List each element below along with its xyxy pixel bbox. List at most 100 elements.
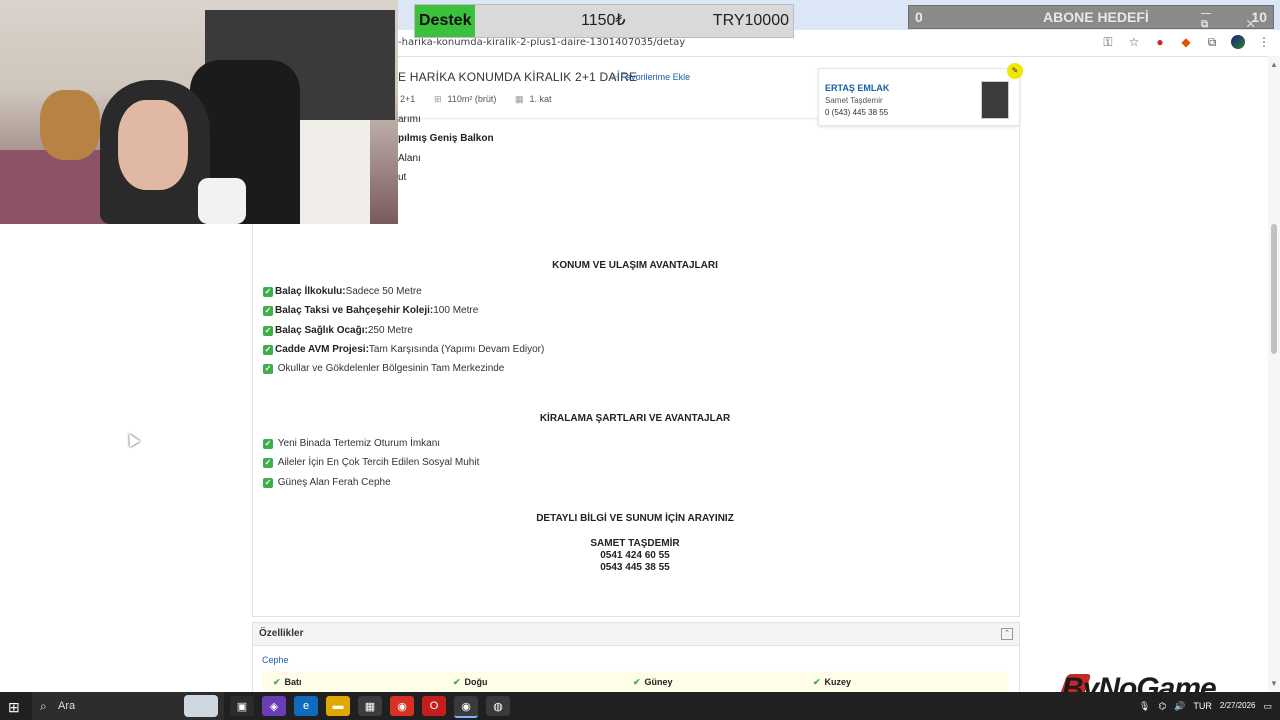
item-text: Aileler İçin En Çok Tercih Edilen Sosyal… [277,457,480,468]
network-icon[interactable]: ⌬ [1158,701,1166,712]
edge-icon[interactable]: e [294,696,318,716]
scroll-up-icon[interactable]: ▲ [1270,60,1278,69]
subscriber-goal-bar: 0 ABONE HEDEFİ — ⧉ ✕ 10 [908,5,1274,30]
agent-company[interactable]: ERTAŞ EMLAK [825,83,889,93]
check-icon: ✔ [273,677,281,687]
item-text: 100 Metre [433,305,479,316]
option-label: Doğu [464,677,488,687]
list-item: ✓ Yeni Binada Tertemiz Oturum İmkanı [263,438,440,449]
check-icon: ✓ [263,286,273,297]
contact-phone: 0541 424 60 55 [600,550,670,561]
system-tray: 🎙 ⌬ 🔊 TUR 2/27/2026 ▭ [1139,692,1280,720]
sub-target: 10 [1251,9,1267,25]
pin-icon[interactable]: ✎ [1007,63,1023,79]
listing-title: E HARİKA KONUMDA KİRALIK 2+1 DAİRE [398,70,638,84]
area-info: ⊞ 110m² (brüt) [434,94,496,105]
taskbar-search[interactable]: ⌕ Ara [32,692,224,720]
page-scrollbar[interactable]: ▲ ▼ [1268,56,1280,692]
check-icon: ✓ [263,325,273,336]
chrome-active-icon[interactable]: ◉ [454,696,478,718]
clock[interactable]: 2/27/2026 [1220,701,1256,711]
profile-icon[interactable] [1230,34,1246,50]
item-bold: Balaç Sağlık Ocağı: [275,325,368,336]
agent-card[interactable]: ERTAŞ EMLAK Samet Taşdemir 0 (543) 445 3… [818,63,1023,126]
item-bold: Balaç Taksi ve Bahçeşehir Koleji: [275,305,434,316]
language-indicator[interactable]: TUR [1193,701,1212,711]
star-icon[interactable]: ☆ [1126,34,1142,50]
webcam-cup [198,178,246,224]
opera-icon[interactable]: O [422,696,446,716]
search-highlight-image [184,695,218,717]
list-item: ✓ Okullar ve Gökdelenler Bölgesinin Tam … [263,363,504,374]
feature-option: ✔ Kuzey [813,677,851,688]
list-item: ✓ Aileler İçin En Çok Tercih Edilen Sosy… [263,457,479,468]
mouse-cursor-icon [123,430,141,448]
obs-icon[interactable]: ◍ [486,696,510,716]
key-icon[interactable]: ⚿ [1100,34,1116,50]
area-value: 110m² (brüt) [447,94,497,104]
option-label: Batı [284,677,302,687]
list-item: ✓ Balaç Taksi ve Bahçeşehir Koleji: 100 Me… [263,305,478,316]
check-icon: ✔ [813,677,821,687]
store-icon[interactable]: ▦ [358,696,382,716]
scrollbar-thumb[interactable] [1271,224,1277,354]
url-text[interactable]: -harika-konumda-kiralik-2-plus1-daire-13… [398,37,685,48]
option-label: Kuzey [824,677,852,687]
contact-title: DETAYLI BİLGİ VE SUNUM İÇİN ARAYINIZ [536,513,734,524]
favorite-button[interactable]: ☆ Favorilerime Ekle [610,72,690,83]
metamask-icon[interactable]: ◆ [1178,34,1194,50]
browser-toolbar: ⚿ ☆ ● ◆ ⧉ ⋮ [1100,34,1272,50]
features-title: Özellikler [259,628,304,639]
extension-badge-icon[interactable]: ● [1152,34,1168,50]
collapse-icon[interactable]: ⌃ [1001,628,1013,640]
taskbar-apps: ▣ ◈ e ▬ ▦ ◉ O ◉ ◍ [230,696,510,718]
rooms-info: 2+1 [400,94,415,104]
partial-line: ut [398,172,407,183]
feature-option: ✔ Doğu [453,677,488,688]
check-icon: ✓ [263,477,273,488]
check-icon: ✔ [633,677,641,687]
building-icon: ▦ [515,94,524,104]
features-header[interactable]: Özellikler ⌃ [253,623,1019,646]
notification-icon[interactable]: ▭ [1263,701,1272,712]
contact-name: SAMET TAŞDEMİR [590,538,680,549]
partial-line: pılmış Geniş Balkon [398,133,494,144]
feature-option: ✔ Güney [633,677,673,688]
puzzle-icon[interactable]: ⧉ [1204,34,1220,50]
webcam-overlay [0,0,398,224]
partial-line: Alanı [398,153,421,164]
menu-icon[interactable]: ⋮ [1256,34,1272,50]
check-icon: ✓ [263,305,273,316]
item-text: Güneş Alan Ferah Cephe [277,477,391,488]
copilot-icon[interactable]: ◈ [262,696,286,716]
list-item: ✓ Cadde AVM Projesi: Tam Karşısında (Yapım… [263,344,544,355]
agent-photo [981,81,1009,119]
donation-label: Destek [415,5,475,37]
task-view-icon[interactable]: ▣ [230,696,254,716]
check-icon: ✔ [453,677,461,687]
search-placeholder: Ara [58,700,76,712]
agent-phone: 0 (543) 445 38 55 [825,108,889,117]
item-text: Sadece 50 Metre [345,286,422,297]
rental-section-title: KİRALAMA ŞARTLARI VE AVANTAJLAR [539,413,731,424]
favorite-label: Favorilerime Ekle [620,72,691,82]
agent-name: Samet Taşdemir [825,96,883,105]
mic-icon[interactable]: 🎙 [1139,701,1150,712]
item-bold: Balaç İlkokulu: [275,286,346,297]
rooms-value: 2+1 [400,94,416,104]
item-text: 250 Metre [367,325,413,336]
clock-date: 2/27/2026 [1219,701,1256,710]
check-icon: ✓ [263,344,273,355]
list-item: ✓ Balaç İlkokulu: Sadece 50 Metre [263,286,422,297]
features-options: ✔ Batı ✔ Doğu ✔ Güney ✔ Kuzey [262,671,1008,693]
windows-start-icon[interactable]: ⊞ [8,699,20,716]
scroll-down-icon[interactable]: ▼ [1270,679,1278,688]
location-section-title: KONUM VE ULAŞIM AVANTAJLARI [552,260,718,271]
webcam-face [118,100,188,190]
floor-info: ▦ 1. kat [515,94,552,105]
volume-icon[interactable]: 🔊 [1174,701,1185,712]
chrome-icon[interactable]: ◉ [390,696,414,716]
file-explorer-icon[interactable]: ▬ [326,696,350,716]
taskbar: ⊞ ⌕ Ara ▣ ◈ e ▬ ▦ ◉ O ◉ ◍ 🎙 ⌬ 🔊 TUR 2/27… [0,692,1280,720]
check-icon: ✓ [263,438,273,449]
